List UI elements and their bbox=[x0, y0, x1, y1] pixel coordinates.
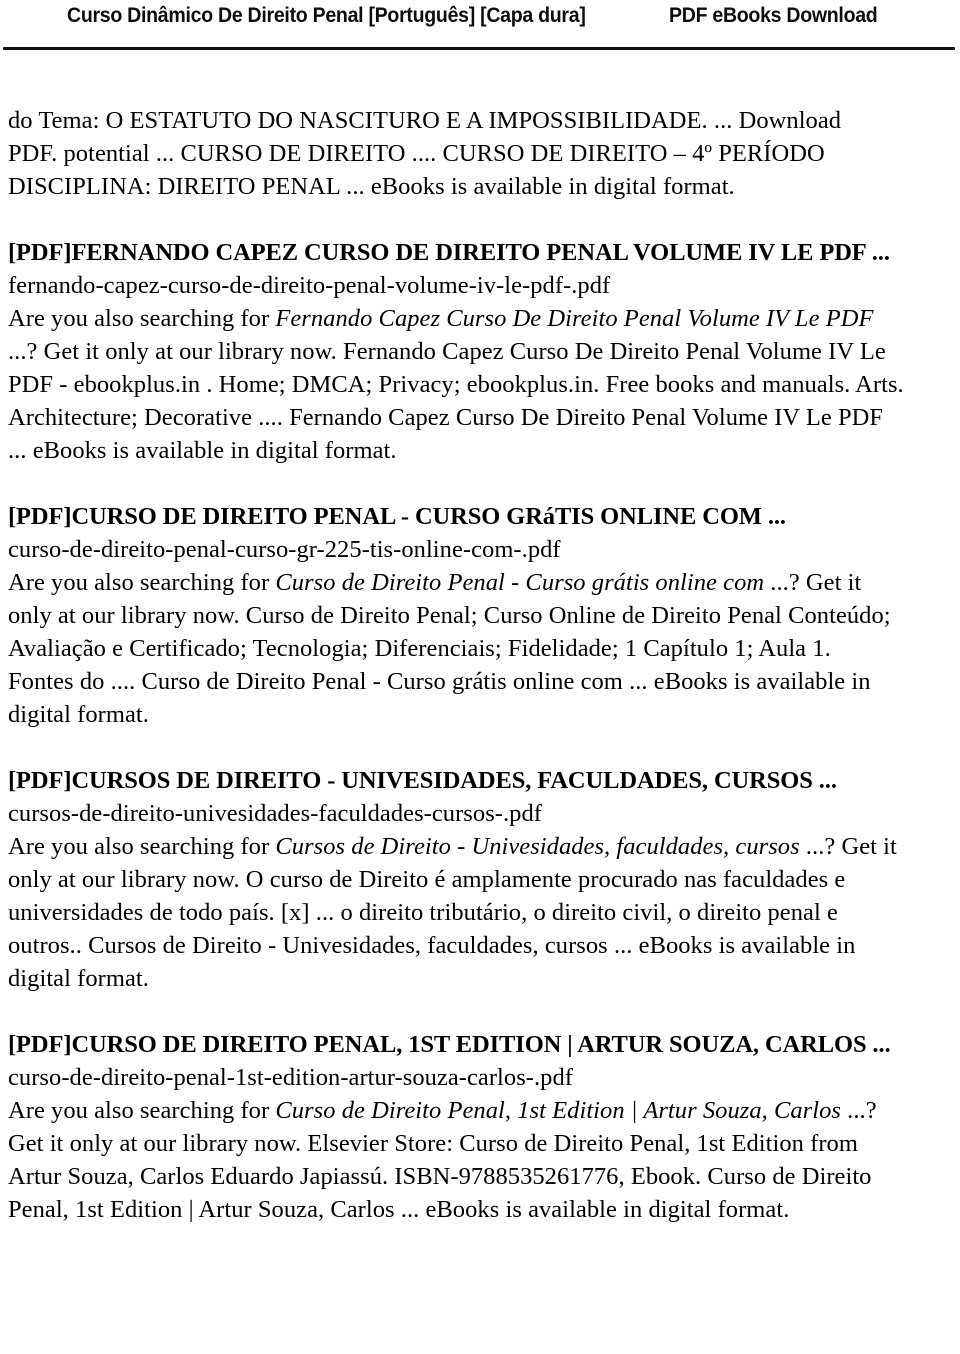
body-text: Architecture; Decorative .... Fernando C… bbox=[8, 404, 884, 431]
body-text: digital format. bbox=[8, 701, 149, 728]
body-text: universidades de todo país. [x] ... o di… bbox=[8, 899, 838, 926]
text-line: PDF. potential ... CURSO DE DIREITO ....… bbox=[8, 137, 952, 170]
body-text: Are you also searching for bbox=[8, 1097, 276, 1124]
entry-heading[interactable]: [PDF]CURSO DE DIREITO PENAL, 1ST EDITION… bbox=[8, 1028, 952, 1061]
running-header-site-label: PDF eBooks Download bbox=[668, 4, 878, 27]
text-line: do Tema: O ESTATUTO DO NASCITURO E A IMP… bbox=[8, 104, 952, 137]
body-text: only at our library now. Curso de Direit… bbox=[8, 602, 891, 629]
entry-artur-souza-carlos: [PDF]CURSO DE DIREITO PENAL, 1ST EDITION… bbox=[8, 1028, 952, 1226]
body-text: only at our library now. O curso de Dire… bbox=[8, 866, 846, 893]
text-line: only at our library now. O curso de Dire… bbox=[8, 863, 952, 896]
text-line: Architecture; Decorative .... Fernando C… bbox=[8, 401, 952, 434]
text-line: ...? Get it only at our library now. Fer… bbox=[8, 335, 952, 368]
text-line: Avaliação e Certificado; Tecnologia; Dif… bbox=[8, 632, 952, 665]
body-text: Penal, 1st Edition | Artur Souza, Carlos… bbox=[8, 1196, 790, 1223]
body-text: do Tema: O ESTATUTO DO NASCITURO E A IMP… bbox=[8, 107, 842, 134]
text-line: Get it only at our library now. Elsevier… bbox=[8, 1127, 952, 1160]
entry-filename: fernando-capez-curso-de-direito-penal-vo… bbox=[8, 272, 611, 299]
entry-curso-gratis-online: [PDF]CURSO DE DIREITO PENAL - CURSO GRáT… bbox=[8, 500, 952, 731]
body-text: ...? Get it only at our library now. Fer… bbox=[8, 338, 886, 365]
running-header-title: Curso Dinâmico De Direito Penal [Portugu… bbox=[67, 4, 586, 27]
body-text: PDF. potential ... CURSO DE DIREITO ....… bbox=[8, 140, 825, 167]
body-text: Get it only at our library now. Elsevier… bbox=[8, 1130, 858, 1157]
intro-paragraph: do Tema: O ESTATUTO DO NASCITURO E A IMP… bbox=[8, 104, 952, 203]
emphasis-text: Curso de Direito Penal - Curso grátis on… bbox=[275, 569, 771, 596]
body-text: ...? bbox=[847, 1097, 877, 1124]
entry-cursos-univesidades: [PDF]CURSOS DE DIREITO - UNIVESIDADES, F… bbox=[8, 764, 952, 995]
body-text: ...? Get it bbox=[805, 833, 897, 860]
document-page: Curso Dinâmico De Direito Penal [Portugu… bbox=[0, 0, 960, 1354]
text-line: PDF - ebookplus.in . Home; DMCA; Privacy… bbox=[8, 368, 952, 401]
body-text: outros.. Cursos de Direito - Univesidade… bbox=[8, 932, 856, 959]
entry-filename: cursos-de-direito-univesidades-faculdade… bbox=[8, 800, 542, 827]
document-body: do Tema: O ESTATUTO DO NASCITURO E A IMP… bbox=[8, 104, 952, 1226]
text-line: only at our library now. Curso de Direit… bbox=[8, 599, 952, 632]
text-line: Are you also searching for Curso de Dire… bbox=[8, 1094, 952, 1127]
body-text: ...? Get it bbox=[770, 569, 862, 596]
header-divider-rule bbox=[3, 47, 955, 50]
text-line: digital format. bbox=[8, 962, 952, 995]
running-header: Curso Dinâmico De Direito Penal [Portugu… bbox=[0, 3, 960, 35]
text-line: outros.. Cursos de Direito - Univesidade… bbox=[8, 929, 952, 962]
body-text: Are you also searching for bbox=[8, 833, 276, 860]
text-line: digital format. bbox=[8, 698, 952, 731]
body-text: Artur Souza, Carlos Eduardo Japiassú. IS… bbox=[8, 1163, 872, 1190]
text-line: Are you also searching for Fernando Cape… bbox=[8, 302, 952, 335]
body-text: digital format. bbox=[8, 965, 149, 992]
text-line: universidades de todo país. [x] ... o di… bbox=[8, 896, 952, 929]
body-text: ... eBooks is available in digital forma… bbox=[8, 437, 397, 464]
text-line: ... eBooks is available in digital forma… bbox=[8, 434, 952, 467]
entry-fernando-capez: [PDF]FERNANDO CAPEZ CURSO DE DIREITO PEN… bbox=[8, 236, 952, 467]
body-text: Avaliação e Certificado; Tecnologia; Dif… bbox=[8, 635, 831, 662]
body-text: Are you also searching for bbox=[8, 569, 276, 596]
text-line: DISCIPLINA: DIREITO PENAL ... eBooks is … bbox=[8, 170, 952, 203]
entry-heading[interactable]: [PDF]CURSO DE DIREITO PENAL - CURSO GRáT… bbox=[8, 500, 952, 533]
text-line: Are you also searching for Curso de Dire… bbox=[8, 566, 952, 599]
entry-heading[interactable]: [PDF]CURSOS DE DIREITO - UNIVESIDADES, F… bbox=[8, 764, 952, 797]
emphasis-text: Curso de Direito Penal, 1st Edition | Ar… bbox=[275, 1097, 848, 1124]
body-text: DISCIPLINA: DIREITO PENAL ... eBooks is … bbox=[8, 173, 735, 200]
text-line: Penal, 1st Edition | Artur Souza, Carlos… bbox=[8, 1193, 952, 1226]
entry-heading[interactable]: [PDF]FERNANDO CAPEZ CURSO DE DIREITO PEN… bbox=[8, 236, 952, 269]
emphasis-text: Cursos de Direito - Univesidades, faculd… bbox=[275, 833, 806, 860]
entry-filename: curso-de-direito-penal-1st-edition-artur… bbox=[8, 1064, 573, 1091]
text-line: Fontes do .... Curso de Direito Penal - … bbox=[8, 665, 952, 698]
body-text: PDF - ebookplus.in . Home; DMCA; Privacy… bbox=[8, 371, 904, 398]
text-line: Artur Souza, Carlos Eduardo Japiassú. IS… bbox=[8, 1160, 952, 1193]
text-line: Are you also searching for Cursos de Dir… bbox=[8, 830, 952, 863]
body-text: Are you also searching for bbox=[8, 305, 276, 332]
emphasis-text: Fernando Capez Curso De Direito Penal Vo… bbox=[275, 305, 874, 332]
body-text: Fontes do .... Curso de Direito Penal - … bbox=[8, 668, 871, 695]
entry-filename: curso-de-direito-penal-curso-gr-225-tis-… bbox=[8, 536, 561, 563]
